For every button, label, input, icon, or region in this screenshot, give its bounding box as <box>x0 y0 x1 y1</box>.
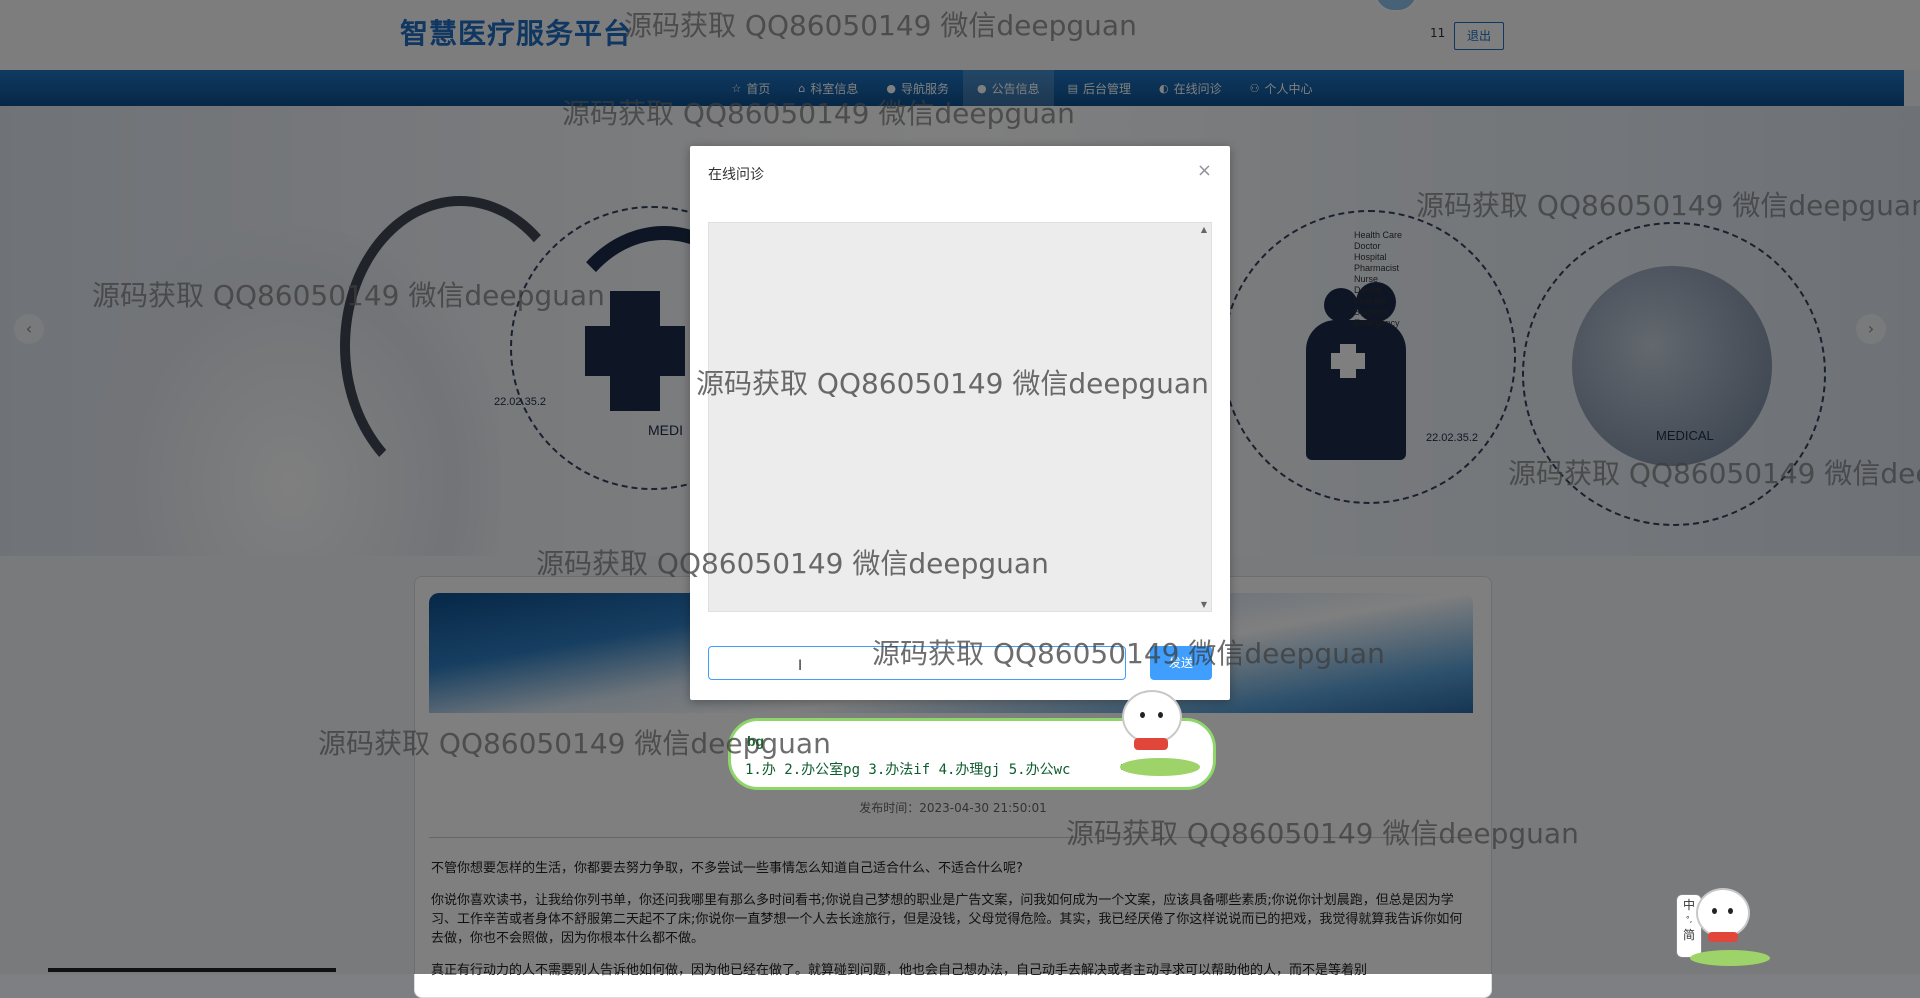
close-icon[interactable]: × <box>1197 160 1212 181</box>
watermark: 源码获取 QQ86050149 微信deepguan <box>624 9 1137 42</box>
watermark: 源码获取 QQ86050149 微信deepguan <box>872 637 1385 670</box>
ime-charset-label: 简 <box>1682 928 1695 942</box>
mascot-grass <box>1120 758 1200 776</box>
scroll-down-icon[interactable]: ▼ <box>1201 600 1207 609</box>
dialog-title: 在线问诊 <box>708 167 764 183</box>
mascot-scarf <box>1134 738 1168 750</box>
consult-dialog: 在线问诊 × ▲ ▼ I 发送 <box>690 146 1230 700</box>
scroll-up-icon[interactable]: ▲ <box>1201 225 1207 234</box>
watermark: 源码获取 QQ86050149 微信deepguan <box>1416 189 1920 222</box>
ime-status-mascot-icon <box>1696 888 1750 938</box>
mascot-grass <box>1690 950 1770 966</box>
watermark: 源码获取 QQ86050149 微信deepguan <box>562 97 1075 130</box>
watermark: 源码获取 QQ86050149 微信deepguan <box>536 547 1049 580</box>
watermark: 源码获取 QQ86050149 微信deepguan <box>696 367 1209 400</box>
watermark: 源码获取 QQ86050149 微信deepguan <box>1066 817 1579 850</box>
watermark: 源码获取 QQ86050149 微信deepguan <box>318 727 831 760</box>
ime-candidate-list[interactable]: 1.办 2.办公室pg 3.办法if 4.办理gj 5.办公wc <box>745 759 1070 779</box>
ime-mascot-icon <box>1122 690 1182 744</box>
watermark: 源码获取 QQ86050149 微信deepguan <box>92 279 605 312</box>
mascot-scarf <box>1708 932 1738 942</box>
watermark: 源码获取 QQ86050149 微信deepguan <box>1508 457 1920 490</box>
text-cursor-icon: I <box>798 658 803 674</box>
